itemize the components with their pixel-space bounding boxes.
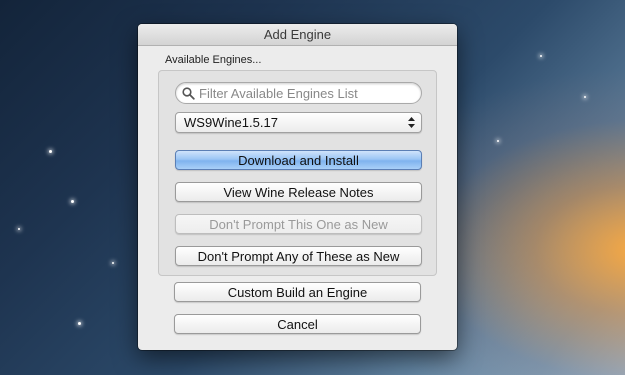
- download-install-button[interactable]: Download and Install: [175, 150, 422, 170]
- star: [78, 322, 81, 325]
- updown-arrows-icon: [408, 117, 415, 128]
- custom-build-button[interactable]: Custom Build an Engine: [174, 282, 421, 302]
- dont-prompt-any-button[interactable]: Don't Prompt Any of These as New: [175, 246, 422, 266]
- add-engine-dialog: Add Engine Available Engines... WS9Wine1…: [138, 24, 457, 350]
- star: [71, 200, 74, 203]
- star: [49, 150, 52, 153]
- star: [112, 262, 114, 264]
- engine-select[interactable]: WS9Wine1.5.17: [175, 112, 422, 133]
- star: [584, 96, 586, 98]
- engine-select-value: WS9Wine1.5.17: [184, 115, 278, 130]
- dialog-title: Add Engine: [138, 24, 457, 46]
- search-field[interactable]: [175, 82, 422, 104]
- search-input[interactable]: [197, 85, 419, 101]
- star: [18, 228, 20, 230]
- search-icon: [179, 84, 197, 102]
- star: [540, 55, 542, 57]
- view-release-notes-button[interactable]: View Wine Release Notes: [175, 182, 422, 202]
- available-engines-label: Available Engines...: [165, 54, 262, 66]
- cancel-button[interactable]: Cancel: [174, 314, 421, 334]
- star: [497, 140, 499, 142]
- available-engines-group: WS9Wine1.5.17 Download and Install View …: [158, 70, 437, 276]
- dont-prompt-this-button[interactable]: Don't Prompt This One as New: [175, 214, 422, 234]
